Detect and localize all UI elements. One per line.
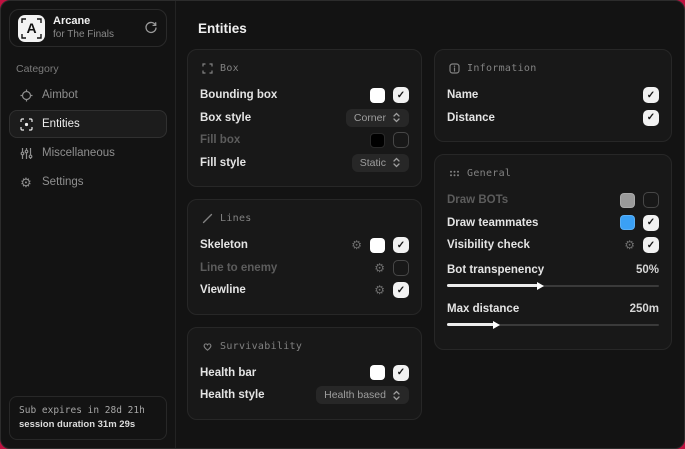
panel-lines-header: Lines	[202, 213, 409, 224]
info-icon	[449, 63, 460, 74]
bot-transparency-slider[interactable]	[447, 281, 659, 291]
panel-title: Survivability	[220, 341, 302, 352]
color-swatch[interactable]	[370, 365, 385, 380]
skeleton-checkbox[interactable]	[393, 237, 409, 253]
setting-row-distance: Distance	[447, 107, 659, 130]
subscription-card: Sub expires in 28d 21h session duration …	[9, 396, 167, 441]
sidebar-item-miscellaneous[interactable]: Miscellaneous	[9, 139, 167, 167]
setting-row-fill-style: Fill style Static	[200, 152, 409, 175]
sidebar-item-entities[interactable]: Entities	[9, 110, 167, 138]
max-distance-slider[interactable]	[447, 320, 659, 330]
max-distance-setting: Max distance 250m	[447, 298, 659, 330]
setting-row-draw-bots: Draw BOTs	[447, 189, 659, 212]
color-swatch[interactable]	[370, 88, 385, 103]
gear-icon[interactable]: ⚙	[374, 284, 385, 296]
setting-row-visibility-check: Visibility check ⚙	[447, 234, 659, 257]
setting-row-name: Name	[447, 84, 659, 107]
panel-title: Box	[220, 63, 239, 74]
fill-style-dropdown[interactable]: Static	[352, 154, 409, 172]
setting-row-viewline: Viewline ⚙	[200, 279, 409, 302]
sidebar-item-label: Settings	[42, 176, 84, 188]
slider-value: 50%	[636, 264, 659, 276]
setting-row-bounding-box: Bounding box	[200, 84, 409, 107]
panel-title: Lines	[220, 213, 252, 224]
visibility-check-checkbox[interactable]	[643, 237, 659, 253]
logo-card: A Arcane for The Finals	[9, 9, 167, 47]
box-style-dropdown[interactable]: Corner	[346, 109, 409, 127]
sidebar-item-aimbot[interactable]: Aimbot	[9, 81, 167, 109]
setting-row-box-style: Box style Corner	[200, 107, 409, 130]
sliders-icon	[19, 147, 33, 160]
selector-icon	[392, 112, 401, 123]
crosshair-icon	[19, 89, 33, 102]
logo-corner-brackets-icon	[21, 18, 42, 39]
sidebar-item-label: Miscellaneous	[42, 147, 115, 159]
panel-general: General Draw BOTs Draw teammates	[434, 154, 672, 350]
sidebar-item-label: Entities	[42, 118, 80, 130]
setting-row-health-style: Health style Health based	[200, 384, 409, 407]
sub-expires-text: Sub expires in 28d 21h	[19, 404, 157, 418]
app-window: A Arcane for The Finals Category	[0, 0, 685, 449]
slider-value: 250m	[630, 303, 659, 315]
sidebar: A Arcane for The Finals Category	[1, 1, 176, 448]
draw-bots-checkbox[interactable]	[643, 192, 659, 208]
panel-box-header: Box	[202, 63, 409, 74]
sidebar-item-label: Aimbot	[42, 89, 78, 101]
panel-title: Information	[467, 63, 537, 74]
bounding-box-checkbox[interactable]	[393, 87, 409, 103]
slider-thumb[interactable]	[493, 321, 500, 329]
line-to-enemy-checkbox[interactable]	[393, 260, 409, 276]
category-label: Category	[16, 63, 167, 75]
gear-icon[interactable]: ⚙	[374, 262, 385, 274]
slider-thumb[interactable]	[537, 282, 544, 290]
name-checkbox[interactable]	[643, 87, 659, 103]
scan-icon	[19, 118, 33, 131]
page-title: Entities	[198, 21, 672, 36]
arcane-logo: A	[18, 15, 45, 42]
color-swatch[interactable]	[370, 133, 385, 148]
setting-row-skeleton: Skeleton ⚙	[200, 234, 409, 257]
distance-checkbox[interactable]	[643, 110, 659, 126]
health-style-dropdown[interactable]: Health based	[316, 386, 409, 404]
panel-box: Box Bounding box Box style Corner	[187, 49, 422, 187]
selector-icon	[392, 157, 401, 168]
color-swatch[interactable]	[620, 193, 635, 208]
gear-icon[interactable]: ⚙	[624, 239, 635, 251]
selector-icon	[392, 390, 401, 401]
setting-row-health-bar: Health bar	[200, 362, 409, 385]
panel-general-header: General	[449, 168, 659, 179]
setting-row-draw-teammates: Draw teammates	[447, 212, 659, 235]
diagonal-line-icon	[202, 213, 213, 224]
refresh-icon[interactable]	[144, 21, 158, 35]
app-subtitle: for The Finals	[53, 29, 136, 42]
app-name: Arcane	[53, 15, 136, 29]
sidebar-nav: Aimbot Entities	[9, 81, 167, 196]
session-duration-text: session duration 31m 29s	[19, 418, 157, 432]
color-swatch[interactable]	[620, 215, 635, 230]
panel-information-header: Information	[449, 63, 659, 74]
panel-survivability: Survivability Health bar Health style He…	[187, 327, 422, 420]
bot-transparency-setting: Bot transpenency 50%	[447, 259, 659, 291]
color-swatch[interactable]	[370, 238, 385, 253]
setting-row-fill-box: Fill box	[200, 129, 409, 152]
sidebar-item-settings[interactable]: ⚙ Settings	[9, 168, 167, 196]
logo-text: Arcane for The Finals	[53, 15, 136, 41]
heart-icon	[202, 341, 213, 352]
health-bar-checkbox[interactable]	[393, 365, 409, 381]
draw-teammates-checkbox[interactable]	[643, 215, 659, 231]
panel-survivability-header: Survivability	[202, 341, 409, 352]
panel-title: General	[467, 168, 511, 179]
gear-icon: ⚙	[19, 176, 33, 189]
fill-box-checkbox[interactable]	[393, 132, 409, 148]
bounding-box-icon	[202, 63, 213, 74]
viewline-checkbox[interactable]	[393, 282, 409, 298]
main-content: Entities Box Bounding box	[176, 1, 684, 448]
panel-lines: Lines Skeleton ⚙ Line to enemy ⚙	[187, 199, 422, 315]
gear-icon[interactable]: ⚙	[351, 239, 362, 251]
grid-dots-icon	[449, 168, 460, 179]
setting-row-line-to-enemy: Line to enemy ⚙	[200, 257, 409, 280]
panel-information: Information Name Distance	[434, 49, 672, 142]
